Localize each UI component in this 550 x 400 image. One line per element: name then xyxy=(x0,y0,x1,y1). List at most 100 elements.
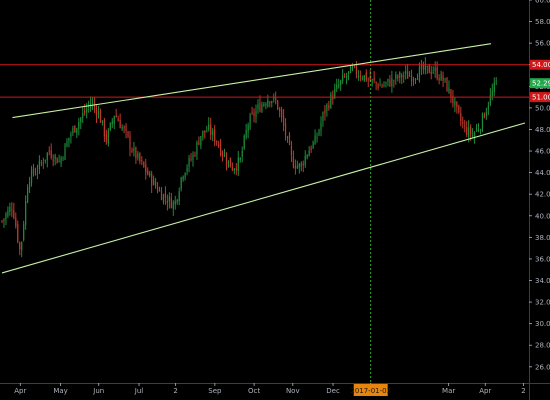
candle-body xyxy=(359,75,361,78)
candle-body xyxy=(416,78,419,80)
candle-body xyxy=(438,78,440,81)
candle-body xyxy=(9,206,11,213)
candle-body xyxy=(127,131,129,137)
candle-body xyxy=(97,111,100,118)
candle-body xyxy=(3,218,5,222)
candle-body xyxy=(261,104,263,112)
candle-body xyxy=(103,119,105,137)
candle-body xyxy=(403,75,405,77)
y-tick-label: 42.00 xyxy=(535,191,550,199)
candle-body xyxy=(436,66,438,79)
candle-body xyxy=(190,159,192,160)
candle-body xyxy=(385,82,387,83)
candle-body xyxy=(217,144,220,147)
candle-body xyxy=(82,113,84,118)
candle-body xyxy=(306,155,308,159)
candle-body xyxy=(208,124,210,130)
candle-body xyxy=(340,80,342,85)
candle-body xyxy=(184,173,186,178)
candle-body xyxy=(377,84,379,89)
candle-body xyxy=(166,200,169,204)
candle-body xyxy=(233,168,235,171)
candle-body xyxy=(34,173,37,175)
candle-body xyxy=(13,210,15,218)
candle-body xyxy=(432,71,434,73)
candle-body xyxy=(288,133,291,145)
y-tick-label: 32.00 xyxy=(535,299,550,307)
candle-body xyxy=(456,101,458,108)
candle-body xyxy=(139,153,141,162)
candle-body xyxy=(381,85,383,87)
candle-body xyxy=(495,80,497,82)
candle-body xyxy=(349,66,352,74)
candle-body xyxy=(141,160,143,162)
x-tick-label: 2 xyxy=(521,387,525,395)
candle-body xyxy=(245,129,247,138)
candle-body xyxy=(60,157,62,164)
y-tick-label: 48.00 xyxy=(535,126,550,134)
price-axis: 26.00 28.00 30.00 32.00 34.00 36.00 38.00 40.00… xyxy=(529,0,550,371)
candle-body xyxy=(202,130,204,137)
candle-body xyxy=(265,104,267,106)
candle-body xyxy=(410,75,413,82)
candle-body xyxy=(373,77,375,81)
candle-body xyxy=(428,64,430,74)
candle-body xyxy=(407,71,409,79)
candle-body xyxy=(200,135,202,146)
candle-body xyxy=(249,115,251,128)
candle-body xyxy=(391,77,393,87)
candle-body xyxy=(491,91,493,97)
candle-body xyxy=(212,130,214,136)
candle-body xyxy=(147,170,149,175)
candle-body xyxy=(30,169,33,183)
candle-body xyxy=(121,126,123,130)
candle-body xyxy=(302,163,304,166)
candle-body xyxy=(64,144,66,160)
candle-body xyxy=(158,190,161,192)
candle-body xyxy=(204,130,206,133)
candle-body xyxy=(17,223,19,242)
candle-body xyxy=(231,166,233,171)
y-tick-label: 40.00 xyxy=(535,212,550,220)
candle-body xyxy=(143,161,145,167)
candle-body xyxy=(129,135,131,150)
candle-body xyxy=(320,122,322,131)
candle-body xyxy=(294,165,296,169)
candle-body xyxy=(131,149,133,152)
candle-body xyxy=(418,67,421,82)
candle-body xyxy=(91,102,94,105)
candle-body xyxy=(5,214,7,220)
candle-body xyxy=(214,129,216,142)
candle-body xyxy=(475,128,478,132)
candle-body xyxy=(164,193,167,199)
candle-body xyxy=(160,190,163,201)
candle-body xyxy=(420,65,423,69)
candle-body xyxy=(322,112,324,122)
x-tick-label: Oct xyxy=(248,387,260,395)
candle-body xyxy=(255,110,257,118)
x-tick-label: Nov xyxy=(286,387,300,395)
y-tick-label: 56.00 xyxy=(535,40,550,48)
candle-body xyxy=(434,68,436,71)
candle-body xyxy=(23,224,25,240)
candle-body xyxy=(182,176,184,180)
candle-body xyxy=(493,82,495,92)
candle-body xyxy=(344,76,346,78)
candle-body xyxy=(318,130,320,135)
candle-body xyxy=(117,118,119,122)
candle-body xyxy=(11,209,13,211)
candle-body xyxy=(105,134,107,142)
price-tag-label: 51.00 xyxy=(532,94,550,102)
candle-body xyxy=(375,82,377,84)
candle-body xyxy=(292,156,295,168)
y-tick-label: 44.00 xyxy=(535,169,550,177)
candle-body xyxy=(328,105,330,109)
candle-body xyxy=(336,84,338,89)
candle-body xyxy=(290,145,293,156)
candle-body xyxy=(357,75,360,78)
candle-body xyxy=(99,110,102,123)
candle-body xyxy=(485,111,487,117)
candle-body xyxy=(383,85,385,87)
x-tick-label: Dec xyxy=(326,387,340,395)
candle-body xyxy=(405,71,407,74)
